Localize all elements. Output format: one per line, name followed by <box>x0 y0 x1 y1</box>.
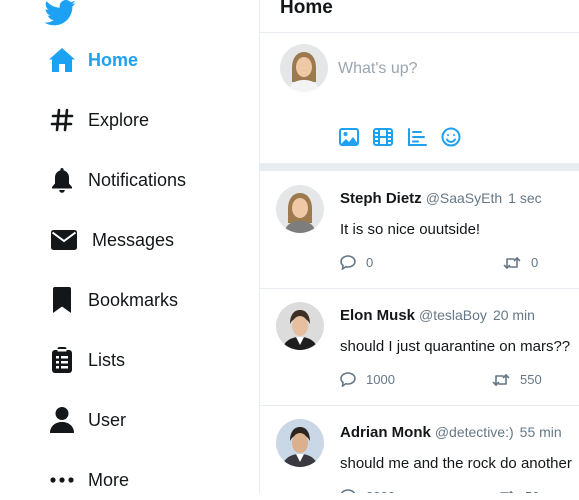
sidebar-item-label: User <box>88 409 127 430</box>
avatar[interactable] <box>276 185 324 233</box>
emoji-icon[interactable] <box>440 126 462 148</box>
tweet-author-handle[interactable]: @SaaSyEth <box>426 190 502 206</box>
tweet-author-name[interactable]: Elon Musk <box>340 307 415 324</box>
sidebar-item-notifications[interactable]: Notifications <box>48 160 186 200</box>
hashtag-icon <box>48 106 76 134</box>
retweet-icon <box>503 256 521 269</box>
tweet-card[interactable]: Elon Musk @teslaBoy 20 min should I just q… <box>260 288 579 406</box>
bookmark-icon <box>48 286 76 314</box>
sidebar-item-label: Notifications <box>88 169 187 190</box>
reply-icon <box>340 255 356 270</box>
retweet-count: 50 <box>525 489 539 493</box>
retweet-count: 0 <box>531 255 539 270</box>
tweet-author-handle[interactable]: @teslaBoy <box>419 307 487 323</box>
reply-button[interactable]: 0 <box>340 255 373 270</box>
tweet-author-name[interactable]: Adrian Monk <box>340 424 431 441</box>
tweet-header: Adrian Monk @detective:) 55 min <box>340 424 562 441</box>
sidebar-item-explore[interactable]: Explore <box>48 100 149 140</box>
avatar[interactable] <box>280 44 328 92</box>
sidebar-item-bookmarks[interactable]: Bookmarks <box>48 280 178 320</box>
reply-button[interactable]: 2000 <box>340 489 395 493</box>
sidebar-item-messages[interactable]: Messages <box>48 220 174 260</box>
header-divider <box>260 32 579 33</box>
tweet-author-handle[interactable]: @detective:) <box>435 424 514 440</box>
home-icon <box>48 46 76 74</box>
retweet-button[interactable]: 50 <box>497 489 539 493</box>
avatar[interactable] <box>276 419 324 467</box>
poll-icon[interactable] <box>406 126 428 148</box>
twitter-logo-icon[interactable] <box>44 0 76 26</box>
sidebar-item-lists[interactable]: Lists <box>48 340 125 380</box>
reply-count: 0 <box>366 255 374 270</box>
tweet-text: should I just quarantine on mars?? <box>340 338 571 355</box>
retweet-button[interactable]: 550 <box>492 372 542 387</box>
sidebar-item-label: Explore <box>88 109 150 130</box>
tweet-timestamp: 20 min <box>492 307 535 323</box>
tweet-header: Steph Dietz @SaaSyEth 1 sec <box>340 190 542 207</box>
reply-count: 1000 <box>366 372 395 387</box>
reply-count: 2000 <box>366 489 395 493</box>
envelope-icon <box>48 226 80 254</box>
avatar[interactable] <box>276 302 324 350</box>
sidebar-item-user[interactable]: User <box>48 400 126 440</box>
tweet-card[interactable]: Adrian Monk @detective:) 55 min should me … <box>260 405 579 493</box>
more-icon <box>48 466 76 494</box>
sidebar-item-home[interactable]: Home <box>48 40 138 80</box>
reply-icon <box>340 372 356 387</box>
sidebar-item-label: Bookmarks <box>88 289 179 310</box>
image-icon[interactable] <box>338 126 360 148</box>
sidebar-item-label: Messages <box>92 229 175 250</box>
tweet-text: should me and the rock do another <box>340 455 572 472</box>
sidebar-item-label: More <box>88 469 130 490</box>
main-feed: Home What's up? Steph Dietz @SaaSyEth 1 … <box>260 0 579 493</box>
sidebar-item-label: Home <box>88 49 139 70</box>
reply-icon <box>340 489 356 493</box>
tweet-timestamp: 1 sec <box>508 190 542 206</box>
compose-input[interactable] <box>338 56 568 82</box>
tweet-author-name[interactable]: Steph Dietz <box>340 190 422 207</box>
compose-separator <box>260 163 579 171</box>
retweet-button[interactable]: 0 <box>503 255 538 270</box>
reply-button[interactable]: 1000 <box>340 372 395 387</box>
bell-icon <box>48 166 76 194</box>
list-icon <box>48 346 76 374</box>
retweet-count: 550 <box>520 372 542 387</box>
retweet-icon <box>492 373 510 386</box>
user-icon <box>48 406 76 434</box>
tweet-header: Elon Musk @teslaBoy 20 min <box>340 307 535 324</box>
tweet-timestamp: 55 min <box>519 424 562 440</box>
compose-toolbar <box>338 126 474 148</box>
sidebar: Home Explore Notifications Messages Book… <box>0 0 259 493</box>
tweet-card[interactable]: Steph Dietz @SaaSyEth 1 sec It is so nice … <box>260 171 579 289</box>
gif-icon[interactable] <box>372 126 394 148</box>
retweet-icon <box>500 490 514 493</box>
tweet-text: It is so nice ouutside! <box>340 221 481 238</box>
sidebar-item-label: Lists <box>88 349 126 370</box>
page-title: Home <box>280 0 333 18</box>
sidebar-item-more[interactable]: More <box>48 460 129 500</box>
